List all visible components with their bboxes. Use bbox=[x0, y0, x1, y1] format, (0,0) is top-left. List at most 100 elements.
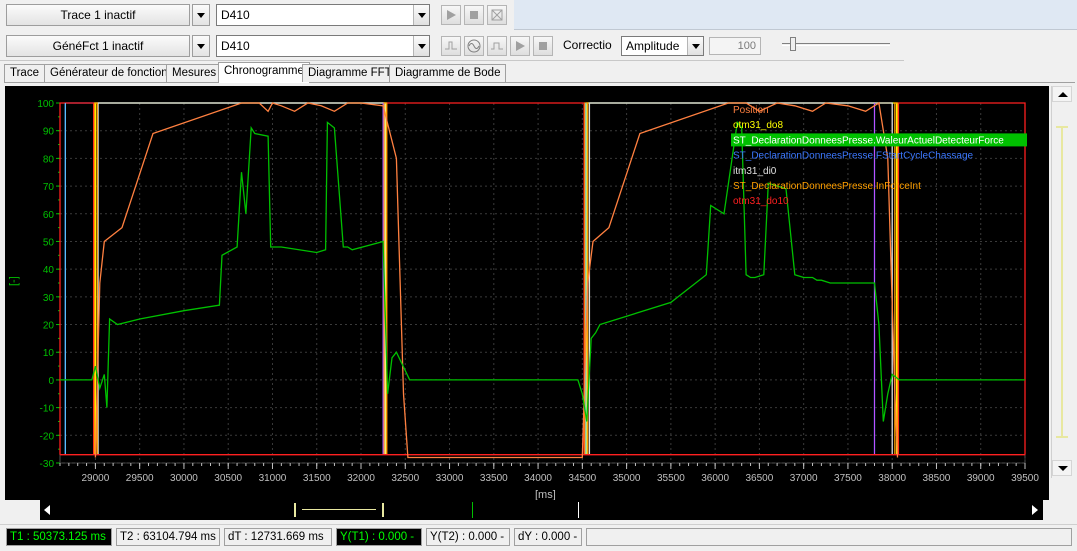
x-tick-label: 37500 bbox=[834, 473, 862, 484]
play-button[interactable] bbox=[441, 5, 461, 25]
y-tick-label: 20 bbox=[43, 321, 55, 332]
tab-fft[interactable]: Diagramme FFT bbox=[302, 64, 398, 82]
y-tick-label: 80 bbox=[43, 154, 55, 165]
trace-dropdown-arrow[interactable] bbox=[192, 4, 210, 26]
toolbar-background bbox=[514, 0, 1077, 30]
status-dy: dY : 0.000 - bbox=[514, 528, 582, 546]
y-tick-label: 50 bbox=[43, 237, 55, 248]
status-empty bbox=[586, 528, 1072, 546]
x-tick-label: 30500 bbox=[214, 473, 242, 484]
y-tick-label: 100 bbox=[37, 99, 54, 110]
trigger-icon bbox=[491, 9, 503, 21]
genefct-device-value: D410 bbox=[221, 39, 250, 53]
y-tick-label: -30 bbox=[40, 459, 55, 470]
x-tick-label: 31000 bbox=[259, 473, 287, 484]
y-tick-label: -10 bbox=[40, 404, 55, 415]
tab-generateur[interactable]: Générateur de fonction bbox=[44, 64, 174, 82]
y-tick-label: 90 bbox=[43, 127, 55, 138]
tab-mesures[interactable]: Mesures bbox=[166, 64, 223, 82]
x-tick-label: 33000 bbox=[436, 473, 464, 484]
status-y2: Y(T2) : 0.000 - bbox=[426, 528, 510, 546]
x-tick-label: 34500 bbox=[568, 473, 596, 484]
legend-entry: otm31_do10 bbox=[733, 196, 789, 207]
genefct-device-combo[interactable]: D410 bbox=[216, 35, 430, 57]
y-tick-label: 0 bbox=[48, 376, 54, 387]
status-t2: T2 : 63104.794 ms bbox=[116, 528, 220, 546]
legend-entry: otm31_do8 bbox=[733, 120, 783, 131]
y-axis-label: [-] bbox=[8, 276, 20, 286]
genefct-status-button[interactable]: GénéFct 1 inactif bbox=[6, 35, 190, 57]
x-tick-label: 36000 bbox=[701, 473, 729, 484]
x-tick-label: 35500 bbox=[657, 473, 685, 484]
y-tick-label: 40 bbox=[43, 265, 55, 276]
x-tick-label: 35000 bbox=[613, 473, 641, 484]
scroll-thumb-line bbox=[1061, 126, 1063, 438]
stop-button[interactable] bbox=[464, 5, 484, 25]
correction-slider-track[interactable] bbox=[782, 43, 890, 46]
status-t1: T1 : 50373.125 ms bbox=[6, 528, 112, 546]
genefct-play-button[interactable] bbox=[510, 36, 530, 56]
sine-wave-button[interactable] bbox=[464, 36, 484, 56]
trace-device-combo[interactable]: D410 bbox=[216, 4, 430, 26]
x-tick-label: 37000 bbox=[790, 473, 818, 484]
x-tick-label: 36500 bbox=[745, 473, 773, 484]
square-wave-button[interactable] bbox=[487, 36, 507, 56]
pulse-wave-button[interactable] bbox=[441, 36, 461, 56]
scroll-range-line bbox=[302, 509, 376, 510]
correction-mode-select[interactable]: Amplitude bbox=[621, 36, 704, 56]
status-bar: T1 : 50373.125 ms T2 : 63104.794 ms dT :… bbox=[0, 524, 1077, 551]
function-generator-toolbar: GénéFct 1 inactif D410 Correctio Amplitu… bbox=[0, 31, 904, 61]
x-tick-label: 39500 bbox=[1011, 473, 1039, 484]
scroll-down-button[interactable] bbox=[1052, 460, 1072, 476]
tab-trace[interactable]: Trace bbox=[4, 64, 45, 82]
y-tick-label: 10 bbox=[43, 348, 55, 359]
x-tick-label: 34000 bbox=[524, 473, 552, 484]
y-tick-label: -20 bbox=[40, 431, 55, 442]
legend-entry: Position bbox=[733, 105, 769, 116]
horizontal-scrollbar[interactable] bbox=[40, 500, 1043, 520]
legend-entry: ST_DeclarationDonneesPresse.WaleurActuel… bbox=[733, 135, 1004, 146]
correction-slider-thumb[interactable] bbox=[790, 37, 796, 51]
sine-wave-icon bbox=[467, 39, 481, 53]
legend-entry: ST_DeclarationDonneesPresse.FStartCycleC… bbox=[733, 151, 974, 162]
x-tick-label: 38000 bbox=[878, 473, 906, 484]
legend-entry: ST_DeclarationDonneesPresse.InForceInt bbox=[733, 181, 921, 192]
tab-bode[interactable]: Diagramme de Bode bbox=[389, 64, 507, 82]
play-icon bbox=[516, 41, 525, 51]
chronogram-chart[interactable]: 1009080706050403020100-10-20-30 29000 295… bbox=[5, 86, 1049, 500]
trace-device-value: D410 bbox=[221, 8, 250, 22]
x-tick-label: 32000 bbox=[347, 473, 375, 484]
x-axis-label: [ms] bbox=[535, 489, 556, 500]
trace-toolbar: Trace 1 inactif D410 bbox=[0, 0, 514, 30]
correction-label: Correctio bbox=[563, 38, 612, 52]
scroll-left-button[interactable] bbox=[40, 500, 56, 520]
chevron-down-icon[interactable] bbox=[413, 5, 429, 25]
x-tick-label: 29500 bbox=[126, 473, 154, 484]
genefct-dropdown-arrow[interactable] bbox=[192, 35, 210, 57]
x-tick-label: 31500 bbox=[303, 473, 331, 484]
x-tick-label: 29000 bbox=[82, 473, 110, 484]
chevron-down-icon[interactable] bbox=[413, 36, 429, 56]
legend-entry: itm31_di0 bbox=[733, 166, 777, 177]
tab-chronogramme[interactable]: Chronogramme bbox=[218, 62, 310, 83]
vertical-scrollbar[interactable] bbox=[1051, 86, 1072, 478]
square-wave-icon bbox=[491, 42, 503, 50]
scroll-range-thumb[interactable] bbox=[294, 503, 384, 517]
chevron-down-icon[interactable] bbox=[687, 37, 703, 55]
y-tick-label: 70 bbox=[43, 182, 55, 193]
x-tick-label: 33500 bbox=[480, 473, 508, 484]
scroll-up-button[interactable] bbox=[1052, 86, 1072, 102]
trace-status-button[interactable]: Trace 1 inactif bbox=[6, 4, 190, 26]
correction-value-field[interactable]: 100 bbox=[709, 37, 761, 55]
y-tick-label: 60 bbox=[43, 210, 55, 221]
y-tick-label: 30 bbox=[43, 293, 55, 304]
x-tick-label: 32500 bbox=[391, 473, 419, 484]
x-tick-label: 38500 bbox=[923, 473, 951, 484]
stop-icon bbox=[470, 11, 478, 19]
scroll-right-button[interactable] bbox=[1027, 500, 1043, 520]
status-dt: dT : 12731.669 ms bbox=[224, 528, 332, 546]
trigger-button[interactable] bbox=[487, 5, 507, 25]
x-tick-label: 30000 bbox=[170, 473, 198, 484]
genefct-stop-button[interactable] bbox=[533, 36, 553, 56]
stop-icon bbox=[539, 42, 547, 50]
